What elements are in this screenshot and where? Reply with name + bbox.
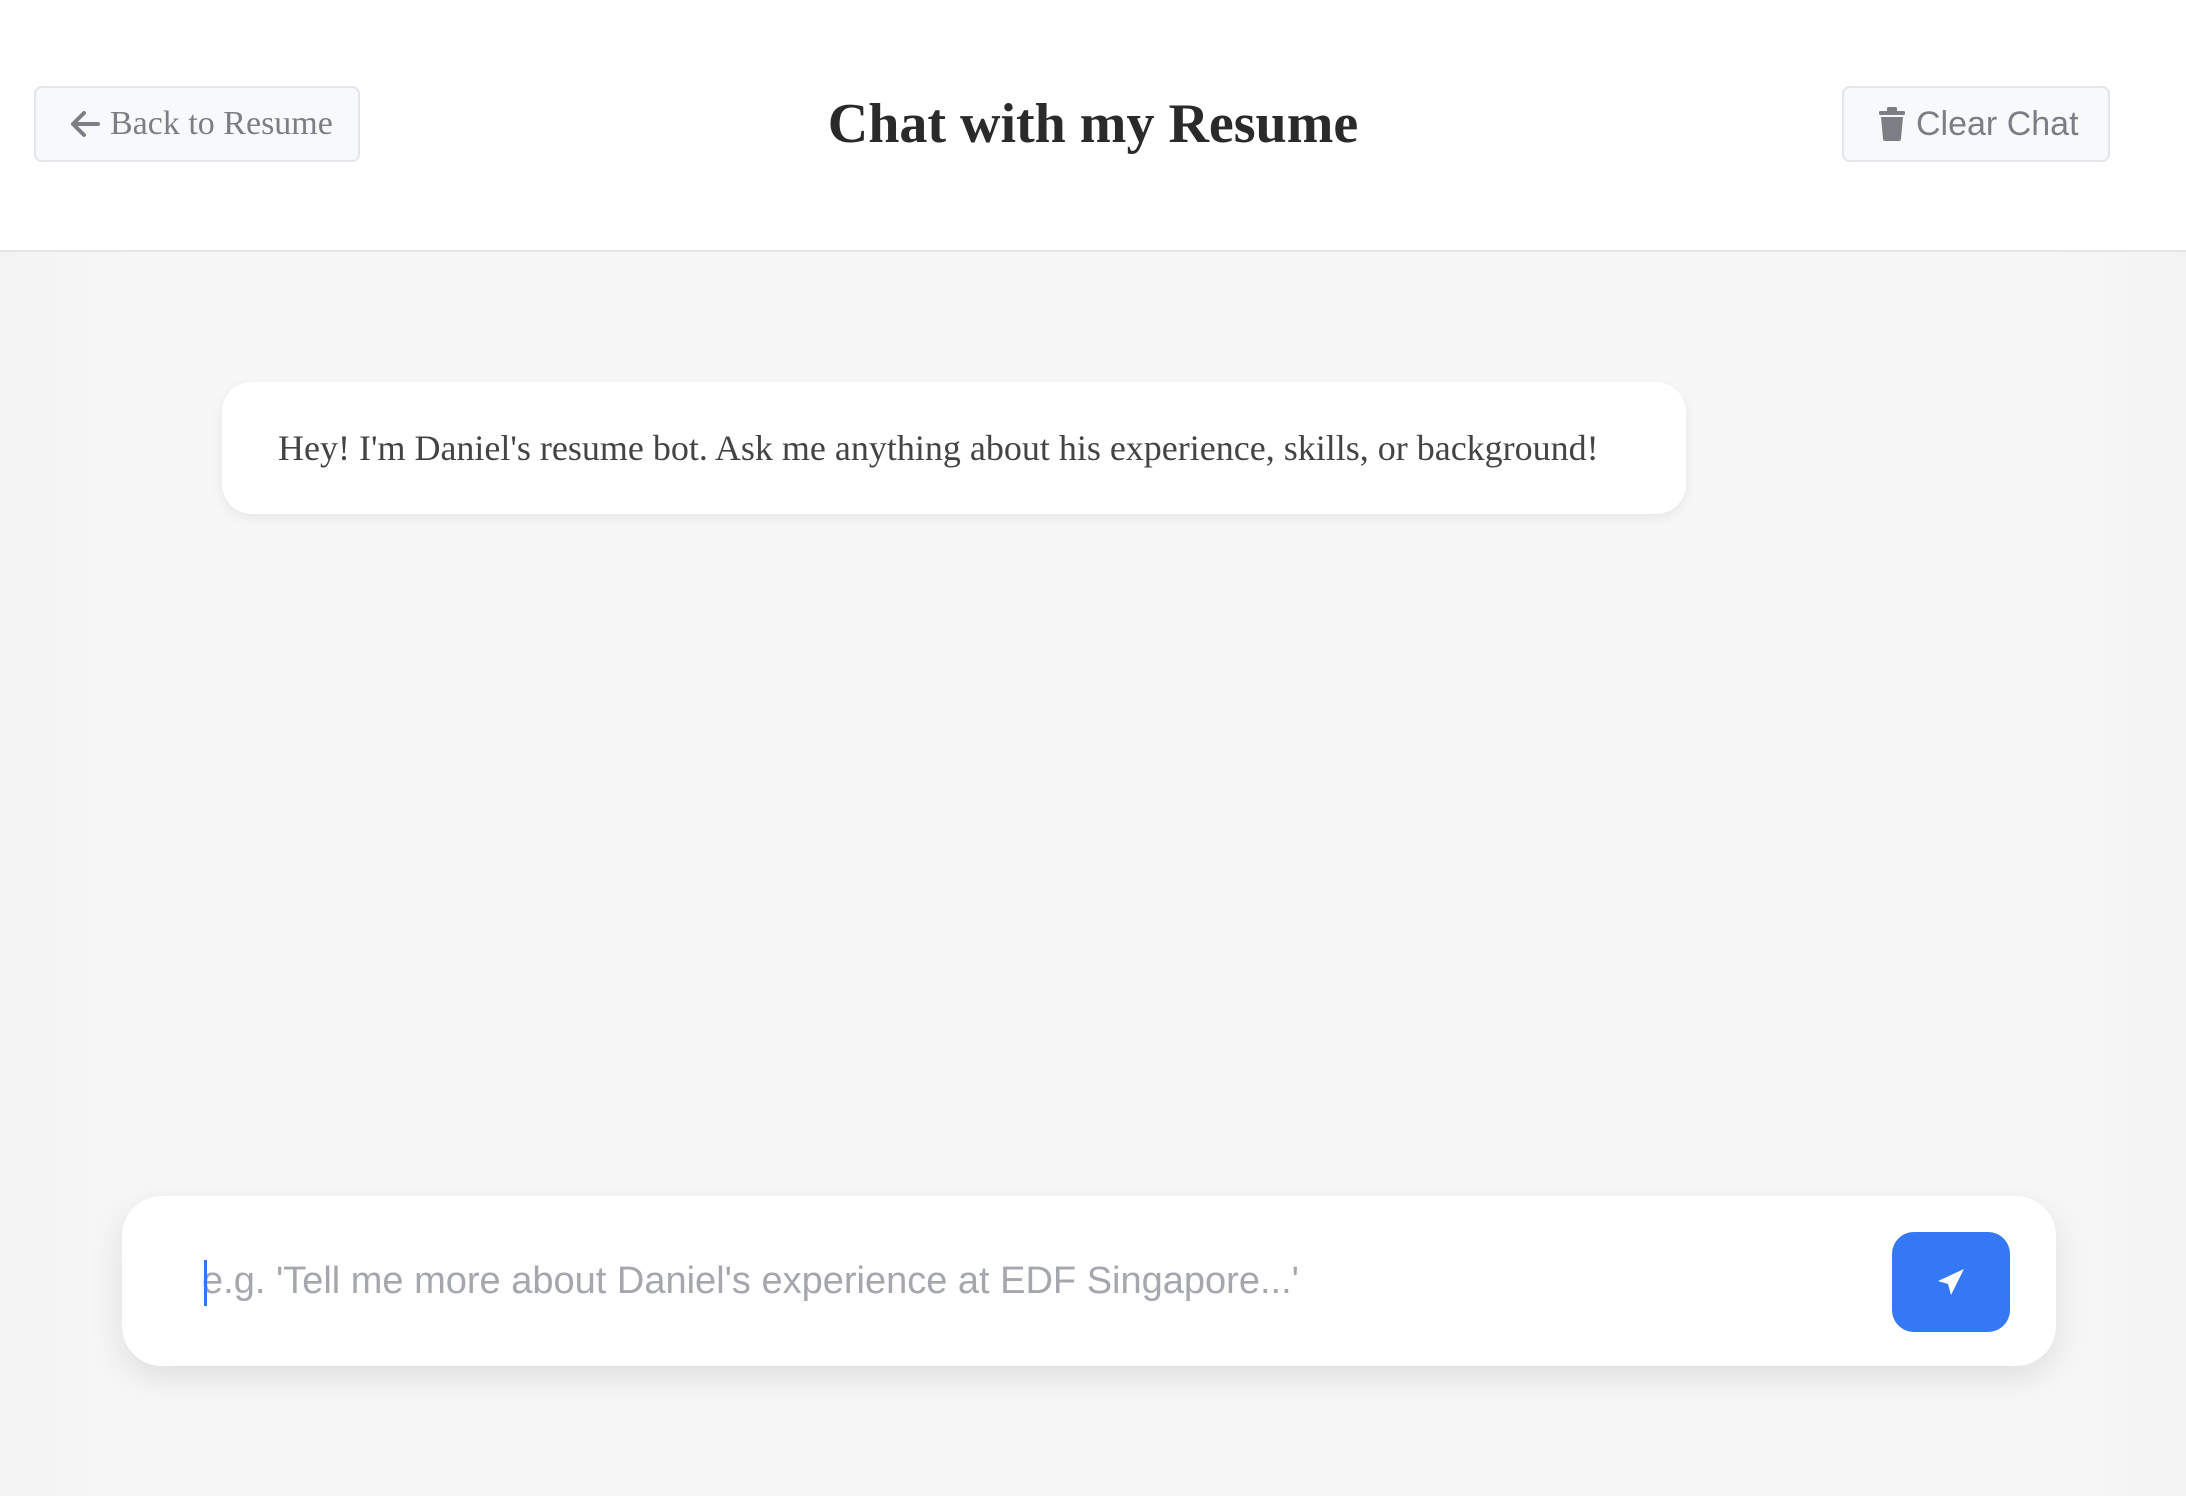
paper-plane-icon xyxy=(1938,1269,1964,1295)
chat-area: Hey! I'm Daniel's resume bot. Ask me any… xyxy=(0,252,2186,1496)
clear-chat-button[interactable]: Clear Chat xyxy=(1842,86,2110,162)
chat-message-input[interactable] xyxy=(202,1236,1962,1326)
chat-composer xyxy=(122,1196,2056,1366)
bot-message-bubble: Hey! I'm Daniel's resume bot. Ask me any… xyxy=(222,382,1686,514)
text-caret xyxy=(204,1260,207,1306)
send-button[interactable] xyxy=(1892,1232,2010,1332)
bot-message-text: Hey! I'm Daniel's resume bot. Ask me any… xyxy=(278,428,1599,468)
clear-button-label: Clear Chat xyxy=(1916,104,2079,143)
trash-icon xyxy=(1879,107,1905,141)
chat-page: Back to Resume Chat with my Resume Clear… xyxy=(0,0,2186,1496)
top-header: Back to Resume Chat with my Resume Clear… xyxy=(0,0,2186,252)
